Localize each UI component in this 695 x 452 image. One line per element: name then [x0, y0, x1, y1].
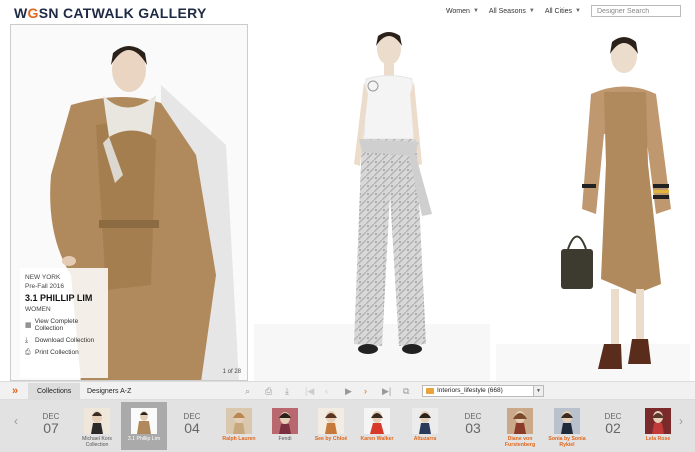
- print-collection-link[interactable]: ⎙ Print Collection: [25, 349, 103, 356]
- designer-thumb-image: [364, 408, 390, 434]
- designer-search-input[interactable]: [591, 5, 681, 17]
- wgsn-logo[interactable]: WGSN CATWALK GALLERY: [14, 5, 207, 21]
- collapse-chevron-icon[interactable]: »: [12, 385, 24, 397]
- designer-thumb[interactable]: Sonia by Sonia Rykiel: [544, 402, 590, 448]
- strip-next-arrow-icon[interactable]: ›: [679, 414, 683, 428]
- designer-thumb[interactable]: Diane von Furstenberg: [498, 402, 542, 448]
- designer-thumb[interactable]: Lela Rose: [638, 402, 678, 442]
- download-icon[interactable]: ⤓: [285, 385, 289, 397]
- zoom-icon[interactable]: ⌕: [245, 385, 250, 397]
- prev-icon[interactable]: ‹: [325, 385, 328, 397]
- model-photo-bomber-jacket: [496, 24, 690, 381]
- designer-name: 3.1 PHILLIP LIM: [25, 293, 93, 303]
- collection-info-panel: NEW YORK Pre-Fall 2016 3.1 PHILLIP LIM W…: [20, 268, 108, 378]
- city-label: NEW YORK: [25, 274, 61, 281]
- collection-filmstrip: ‹ › DEC 07 Michael Kors Collection 3.1 P…: [0, 400, 695, 452]
- download-icon: ⤓: [25, 337, 29, 344]
- folder-icon: [426, 388, 434, 394]
- designer-thumb-image: [412, 408, 438, 434]
- gender-label: WOMEN: [25, 306, 51, 313]
- designer-thumb-image: [84, 408, 110, 434]
- folder-add-icon[interactable]: ⧉: [403, 385, 409, 397]
- designer-thumb-image: [226, 408, 252, 434]
- look-card-selected[interactable]: NEW YORK Pre-Fall 2016 3.1 PHILLIP LIM W…: [10, 24, 248, 381]
- designer-thumb[interactable]: Michael Kors Collection: [76, 402, 118, 448]
- designer-thumb-image: [318, 408, 344, 434]
- next-icon[interactable]: ›: [364, 385, 367, 397]
- look-card[interactable]: [496, 24, 690, 381]
- designer-thumb-image: [272, 408, 298, 434]
- tab-collections[interactable]: Collections: [28, 383, 81, 400]
- date-separator: DEC 04: [183, 412, 201, 436]
- look-card[interactable]: [254, 24, 490, 381]
- last-page-icon[interactable]: ▶|: [382, 385, 391, 397]
- printer-icon: ⎙: [25, 349, 31, 356]
- designer-thumb-image: [507, 408, 533, 434]
- designer-thumb[interactable]: Ralph Lauren: [218, 402, 260, 442]
- download-collection-link[interactable]: ⤓ Download Collection: [25, 337, 103, 344]
- date-separator: DEC 07: [42, 412, 60, 436]
- designer-thumb[interactable]: Fendi: [264, 402, 306, 442]
- designer-thumb-image: [554, 408, 580, 434]
- look-gallery: NEW YORK Pre-Fall 2016 3.1 PHILLIP LIM W…: [10, 24, 690, 381]
- print-icon[interactable]: ⎙: [265, 385, 272, 397]
- gender-filter-dropdown[interactable]: Women ▼: [446, 8, 479, 15]
- season-label: Pre-Fall 2016: [25, 283, 65, 290]
- grid-icon: ▦: [25, 321, 32, 329]
- catwalk-gallery-app: WGSN CATWALK GALLERY Women ▼ All Seasons ▼…: [0, 0, 695, 452]
- date-separator: DEC 03: [464, 412, 482, 436]
- caret-down-icon: ▼: [472, 8, 479, 14]
- designer-thumb-image: [131, 408, 157, 434]
- gallery-toolbar: » Collections Designers A-Z ⌕ ⎙ ⤓ |◀ ‹ ▶…: [0, 381, 695, 400]
- play-icon[interactable]: ▶: [345, 385, 352, 397]
- filter-bar: Women ▼ All Seasons ▼ All Cities ▼: [446, 5, 681, 17]
- header: WGSN CATWALK GALLERY Women ▼ All Seasons ▼…: [0, 0, 695, 24]
- caret-down-icon: ▼: [528, 8, 535, 14]
- designer-thumb[interactable]: See by Chloé: [310, 402, 352, 442]
- designer-thumb[interactable]: Karen Walker: [356, 402, 398, 442]
- view-collection-link[interactable]: ▦ View Complete Collection: [25, 318, 103, 332]
- city-filter-dropdown[interactable]: All Cities ▼: [545, 8, 581, 15]
- designer-thumb-selected[interactable]: 3.1 Phillip Lim: [121, 402, 167, 450]
- designer-thumb-image: [645, 408, 671, 434]
- first-page-icon[interactable]: |◀: [305, 385, 314, 397]
- strip-prev-arrow-icon[interactable]: ‹: [14, 414, 18, 428]
- designer-thumb[interactable]: Altuzarra: [404, 402, 446, 442]
- select-arrow-icon: ▼: [533, 386, 543, 396]
- folder-select-dropdown[interactable]: Interiors_lifestyle (668) ▼: [422, 385, 544, 397]
- season-filter-dropdown[interactable]: All Seasons ▼: [489, 8, 535, 15]
- tab-designers-a-z[interactable]: Designers A-Z: [78, 383, 140, 400]
- caret-down-icon: ▼: [575, 8, 581, 14]
- date-separator: DEC 02: [604, 412, 622, 436]
- model-photo-white-trousers: [254, 24, 490, 381]
- look-counter: 1 of 28: [222, 369, 241, 375]
